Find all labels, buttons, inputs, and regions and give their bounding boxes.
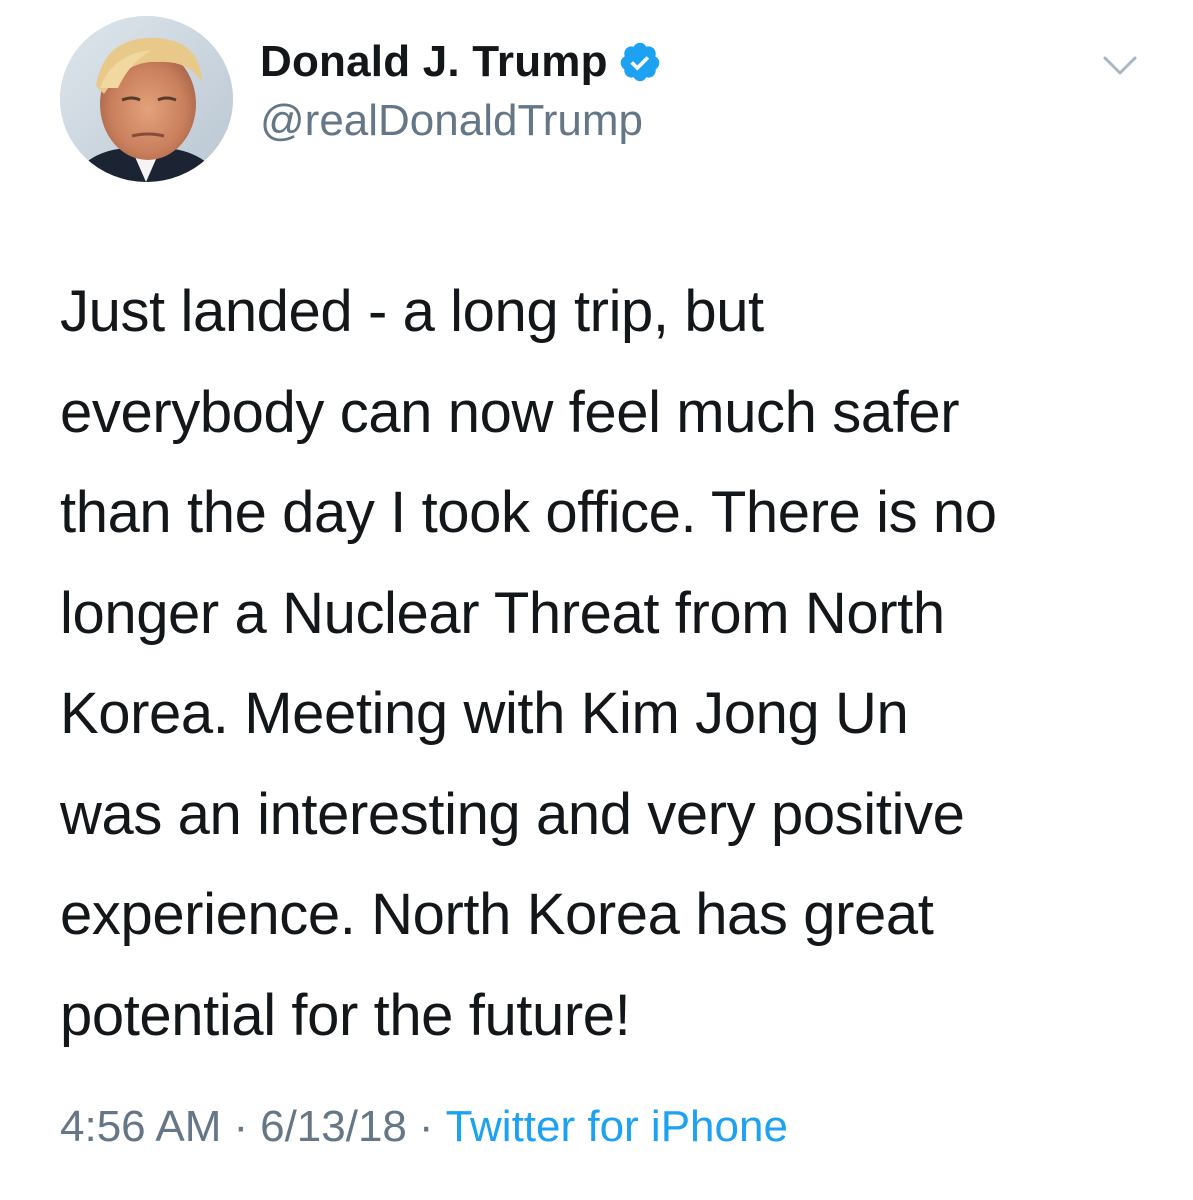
verified-badge-icon	[618, 40, 662, 84]
tweet-metadata: 4:56 AM · 6/13/18 · Twitter for iPhone	[60, 1102, 788, 1152]
tweet-time[interactable]: 4:56 AM	[60, 1102, 221, 1151]
tweet-text-line: potential for the future!	[60, 982, 631, 1048]
tweet-date[interactable]: 6/13/18	[260, 1102, 407, 1151]
author-handle[interactable]: @realDonaldTrump	[260, 96, 662, 146]
tweet-text-line: everybody can now feel much safer	[60, 379, 960, 445]
display-name[interactable]: Donald J. Trump	[260, 37, 608, 87]
tweet-text-line: Just landed - a long trip, but	[60, 279, 764, 344]
tweet-text-line: than the day I took office. There is no	[60, 480, 997, 545]
display-name-row: Donald J. Trump	[260, 34, 662, 90]
tweet-text: Just landed - a long trip, but everybody…	[60, 262, 1160, 1066]
tweet-header: Donald J. Trump @realDonaldTrump	[60, 16, 1140, 186]
chevron-down-icon[interactable]	[1102, 54, 1138, 78]
tweet-text-line: Korea. Meeting with Kim Jong Un	[60, 681, 909, 746]
author-block: Donald J. Trump @realDonaldTrump	[260, 34, 662, 146]
tweet-text-line: experience. North Korea has great	[60, 882, 934, 947]
avatar[interactable]	[60, 16, 233, 182]
profile-photo	[60, 16, 233, 182]
meta-separator: ·	[233, 1102, 249, 1151]
tweet-text-line: was an interesting and very positive	[60, 781, 965, 847]
tweet-text-line: longer a Nuclear Threat from North	[60, 580, 945, 646]
tweet-source-link[interactable]: Twitter for iPhone	[446, 1102, 788, 1151]
meta-separator: ·	[418, 1102, 434, 1151]
